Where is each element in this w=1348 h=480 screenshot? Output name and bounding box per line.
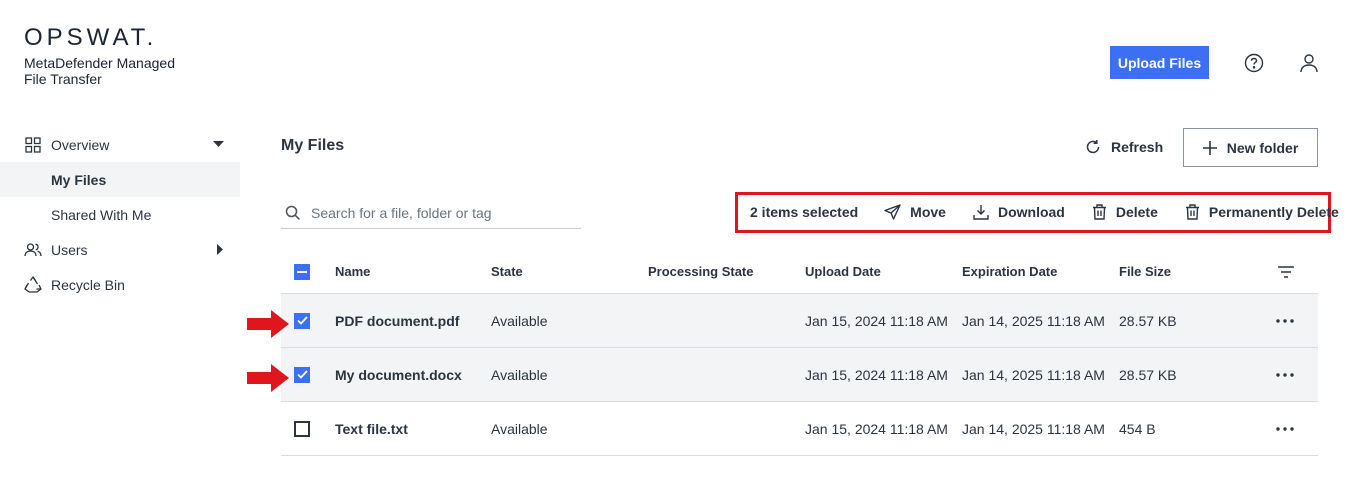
new-folder-button[interactable]: New folder [1183,128,1318,167]
help-icon[interactable] [1241,50,1267,76]
row-checkbox[interactable] [294,312,310,329]
table-row[interactable]: PDF document.pdf Available Jan 15, 2024 … [281,294,1318,348]
page-title: My Files [281,137,345,154]
refresh-icon [1086,140,1100,154]
selection-action-bar: 2 items selected Move Download Delete Pe… [750,202,1339,222]
user-profile-icon[interactable] [1296,50,1322,76]
table-header: Name State Processing State Upload Date … [281,250,1318,294]
table-row[interactable]: Text file.txt Available Jan 15, 2024 11:… [281,402,1318,456]
file-expiration-date: Jan 14, 2025 11:18 AM [962,312,1105,329]
more-options-icon[interactable] [1276,348,1294,401]
file-state: Available [491,312,548,329]
product-name: MetaDefender Managed File Transfer [24,55,224,87]
send-icon [884,204,901,220]
filter-icon[interactable] [1278,250,1294,293]
row-checkbox[interactable] [294,420,310,437]
grid-icon [23,136,43,153]
sidebar-item-recycle-bin[interactable]: Recycle Bin [0,267,240,302]
column-header-name[interactable]: Name [335,250,370,293]
column-header-file-size[interactable]: File Size [1119,250,1171,293]
caret-down-icon[interactable] [213,127,224,162]
trash-icon [1092,204,1106,220]
file-size: 454 B [1119,420,1156,437]
plus-icon [1202,140,1217,155]
selected-count: 2 items selected [750,204,859,220]
more-options-icon[interactable] [1276,294,1294,347]
refresh-button[interactable]: Refresh [1085,137,1163,157]
file-expiration-date: Jan 14, 2025 11:18 AM [962,366,1105,383]
column-header-expiration-date[interactable]: Expiration Date [962,250,1057,293]
download-button[interactable]: Download [973,204,1065,220]
product-name-line2: File Transfer [24,71,102,87]
permanently-delete-button[interactable]: Permanently Delete [1185,204,1339,220]
sidebar-item-overview[interactable]: Overview [0,127,240,162]
sidebar-item-label: Recycle Bin [51,276,125,293]
delete-label: Delete [1115,204,1158,220]
table-row[interactable]: My document.docx Available Jan 15, 2024 … [281,348,1318,402]
file-upload-date: Jan 15, 2024 11:18 AM [805,312,948,329]
trash-icon [1185,204,1199,220]
permanently-delete-label: Permanently Delete [1208,204,1339,220]
file-state: Available [491,420,548,437]
sidebar-item-label: Shared With Me [51,206,152,223]
file-name[interactable]: My document.docx [335,348,462,401]
select-all-checkbox[interactable] [294,263,310,280]
more-options-icon[interactable] [1276,402,1294,455]
sidebar-item-shared-with-me[interactable]: Shared With Me [0,197,240,232]
file-state: Available [491,366,548,383]
sidebar-item-label: Overview [51,136,110,153]
file-upload-date: Jan 15, 2024 11:18 AM [805,366,948,383]
row-checkbox[interactable] [294,366,310,383]
download-icon [973,205,989,220]
search-input[interactable] [311,205,571,221]
product-name-line1: MetaDefender Managed [24,55,175,71]
file-upload-date: Jan 15, 2024 11:18 AM [805,420,948,437]
sidebar-item-my-files[interactable]: My Files [0,162,240,197]
upload-files-button[interactable]: Upload Files [1110,46,1209,79]
move-label: Move [910,204,946,220]
file-expiration-date: Jan 14, 2025 11:18 AM [962,420,1105,437]
delete-button[interactable]: Delete [1092,204,1158,220]
users-icon [23,242,43,258]
file-size: 28.57 KB [1119,366,1177,383]
sidebar-item-users[interactable]: Users [0,232,240,267]
refresh-label: Refresh [1111,139,1164,155]
move-button[interactable]: Move [884,204,946,220]
annotation-arrow-icon [247,364,289,392]
search-icon [285,205,301,221]
file-name[interactable]: Text file.txt [335,402,408,455]
annotation-arrow-icon [247,310,289,338]
recycle-icon [23,276,43,293]
file-size: 28.57 KB [1119,312,1177,329]
column-header-processing-state[interactable]: Processing State [648,250,754,293]
search-box [281,198,581,229]
files-table: Name State Processing State Upload Date … [281,250,1318,456]
sidebar-item-label: My Files [51,171,107,188]
sidebar-item-label: Users [51,241,88,258]
download-label: Download [997,204,1065,220]
opswat-logo: OPSWAT. [24,24,158,51]
column-header-upload-date[interactable]: Upload Date [805,250,881,293]
new-folder-label: New folder [1226,139,1299,156]
column-header-state[interactable]: State [491,250,523,293]
file-name[interactable]: PDF document.pdf [335,294,459,347]
caret-right-icon[interactable] [217,232,224,267]
